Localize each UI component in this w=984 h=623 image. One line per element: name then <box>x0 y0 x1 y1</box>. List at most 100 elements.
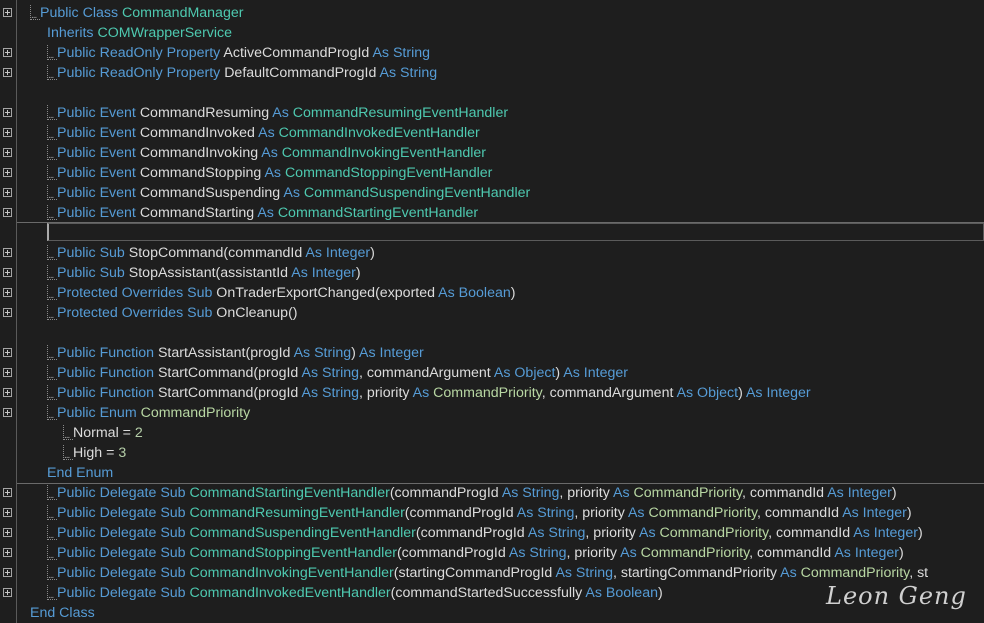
collapsed-region-marker[interactable] <box>47 45 57 66</box>
code-line[interactable]: Public Delegate Sub CommandInvokingEvent… <box>0 563 984 586</box>
code-text[interactable]: Public Sub StopAssistant(assistantId As … <box>47 263 361 286</box>
expand-outline-icon[interactable] <box>3 408 12 417</box>
code-line[interactable]: Public Delegate Sub CommandResumingEvent… <box>0 503 984 526</box>
code-line[interactable]: Normal = 2 <box>0 423 984 446</box>
expand-outline-icon[interactable] <box>3 68 12 77</box>
code-line[interactable] <box>0 323 984 343</box>
code-text[interactable]: Public Delegate Sub CommandInvokedEventH… <box>47 583 663 606</box>
collapsed-region-marker[interactable] <box>63 425 73 446</box>
code-text[interactable]: Public Event CommandInvoking As CommandI… <box>47 143 486 166</box>
collapsed-region-marker[interactable] <box>47 485 57 506</box>
collapsed-region-marker[interactable] <box>30 5 40 26</box>
collapsed-region-marker[interactable] <box>47 165 57 186</box>
code-text[interactable]: Public Delegate Sub CommandResumingEvent… <box>47 503 912 526</box>
code-line[interactable]: Public Event CommandResuming As CommandR… <box>0 103 984 126</box>
code-line[interactable]: Public Delegate Sub CommandStartingEvent… <box>0 483 984 506</box>
code-line[interactable]: Public ReadOnly Property ActiveCommandPr… <box>0 43 984 66</box>
code-text[interactable]: Public Delegate Sub CommandSuspendingEve… <box>47 523 923 546</box>
code-text[interactable]: Public Class CommandManager <box>30 3 243 26</box>
collapsed-region-marker[interactable] <box>47 265 57 286</box>
code-line[interactable]: Public Enum CommandPriority <box>0 403 984 426</box>
expand-outline-icon[interactable] <box>3 208 12 217</box>
collapsed-region-marker[interactable] <box>47 205 57 226</box>
code-text[interactable]: Public Event CommandResuming As CommandR… <box>47 103 508 126</box>
collapsed-region-marker[interactable] <box>47 505 57 526</box>
code-line[interactable] <box>0 83 984 103</box>
code-line[interactable]: High = 3 <box>0 443 984 466</box>
expand-outline-icon[interactable] <box>3 568 12 577</box>
expand-outline-icon[interactable] <box>3 588 12 597</box>
collapsed-region-marker[interactable] <box>47 65 57 86</box>
expand-outline-icon[interactable] <box>3 508 12 517</box>
code-line[interactable]: Public Function StartAssistant(progId As… <box>0 343 984 366</box>
code-line[interactable] <box>0 223 984 243</box>
code-line[interactable]: Public Sub StopCommand(commandId As Inte… <box>0 243 984 266</box>
collapsed-region-marker[interactable] <box>47 525 57 546</box>
code-line[interactable]: Public ReadOnly Property DefaultCommandP… <box>0 63 984 86</box>
expand-outline-icon[interactable] <box>3 48 12 57</box>
code-line[interactable]: Public Event CommandInvoked As CommandIn… <box>0 123 984 146</box>
expand-outline-icon[interactable] <box>3 308 12 317</box>
code-line[interactable]: Public Event CommandInvoking As CommandI… <box>0 143 984 166</box>
collapsed-region-marker[interactable] <box>47 125 57 146</box>
collapsed-region-marker[interactable] <box>47 245 57 266</box>
collapsed-region-marker[interactable] <box>47 585 57 606</box>
collapsed-region-marker[interactable] <box>47 365 57 386</box>
collapsed-region-marker[interactable] <box>47 385 57 406</box>
code-text[interactable]: Public Function StartCommand(progId As S… <box>47 363 628 386</box>
expand-outline-icon[interactable] <box>3 128 12 137</box>
expand-outline-icon[interactable] <box>3 288 12 297</box>
collapsed-region-marker[interactable] <box>47 105 57 126</box>
expand-outline-icon[interactable] <box>3 168 12 177</box>
code-line[interactable]: Public Event CommandSuspending As Comman… <box>0 183 984 206</box>
code-text[interactable]: Public Event CommandInvoked As CommandIn… <box>47 123 480 146</box>
code-text[interactable]: Protected Overrides Sub OnTraderExportCh… <box>47 283 515 306</box>
code-text[interactable]: Public Delegate Sub CommandStoppingEvent… <box>47 543 904 566</box>
code-text[interactable]: Public ReadOnly Property ActiveCommandPr… <box>47 43 430 66</box>
expand-outline-icon[interactable] <box>3 268 12 277</box>
expand-outline-icon[interactable] <box>3 388 12 397</box>
expand-outline-icon[interactable] <box>3 368 12 377</box>
code-line[interactable]: Protected Overrides Sub OnTraderExportCh… <box>0 283 984 306</box>
code-text[interactable]: Public Event CommandSuspending As Comman… <box>47 183 530 206</box>
collapsed-region-marker[interactable] <box>47 185 57 206</box>
code-text[interactable]: Public Function StartCommand(progId As S… <box>47 383 811 406</box>
code-text[interactable]: Public Enum CommandPriority <box>47 403 250 426</box>
expand-outline-icon[interactable] <box>3 248 12 257</box>
collapsed-region-marker[interactable] <box>47 145 57 166</box>
code-text[interactable]: Inherits COMWrapperService <box>47 23 232 43</box>
code-text[interactable]: Protected Overrides Sub OnCleanup() <box>47 303 298 326</box>
code-text[interactable]: Public Event CommandStarting As CommandS… <box>47 203 478 226</box>
collapsed-region-marker[interactable] <box>47 545 57 566</box>
code-text[interactable]: Public ReadOnly Property DefaultCommandP… <box>47 63 437 86</box>
code-line[interactable]: Public Delegate Sub CommandSuspendingEve… <box>0 523 984 546</box>
expand-outline-icon[interactable] <box>3 548 12 557</box>
expand-outline-icon[interactable] <box>3 148 12 157</box>
code-line[interactable]: Public Event CommandStarting As CommandS… <box>0 203 984 226</box>
code-line[interactable]: Protected Overrides Sub OnCleanup() <box>0 303 984 326</box>
code-text[interactable]: High = 3 <box>63 443 126 466</box>
collapsed-region-marker[interactable] <box>47 285 57 306</box>
code-line[interactable]: Public Class CommandManager <box>0 3 984 26</box>
code-text[interactable]: Public Function StartAssistant(progId As… <box>47 343 424 366</box>
expand-outline-icon[interactable] <box>3 348 12 357</box>
collapsed-region-marker[interactable] <box>63 445 73 466</box>
expand-outline-icon[interactable] <box>3 188 12 197</box>
code-text[interactable]: Public Delegate Sub CommandStartingEvent… <box>47 483 897 506</box>
collapsed-region-marker[interactable] <box>47 565 57 586</box>
code-editor[interactable]: Public Class CommandManagerInherits COMW… <box>0 0 984 623</box>
code-text[interactable]: Public Sub StopCommand(commandId As Inte… <box>47 243 375 266</box>
expand-outline-icon[interactable] <box>3 488 12 497</box>
code-text[interactable]: Normal = 2 <box>63 423 143 446</box>
code-line[interactable]: Public Function StartCommand(progId As S… <box>0 383 984 406</box>
code-line[interactable]: Public Sub StopAssistant(assistantId As … <box>0 263 984 286</box>
code-text[interactable]: End Enum <box>47 463 113 483</box>
code-line[interactable]: Inherits COMWrapperService <box>0 23 984 43</box>
code-text[interactable]: Public Event CommandStopping As CommandS… <box>47 163 492 186</box>
code-line[interactable]: Public Event CommandStopping As CommandS… <box>0 163 984 186</box>
expand-outline-icon[interactable] <box>3 8 12 17</box>
code-line[interactable]: Public Function StartCommand(progId As S… <box>0 363 984 386</box>
expand-outline-icon[interactable] <box>3 528 12 537</box>
code-text[interactable]: End Class <box>30 603 95 623</box>
code-line[interactable]: End Enum <box>0 463 984 483</box>
